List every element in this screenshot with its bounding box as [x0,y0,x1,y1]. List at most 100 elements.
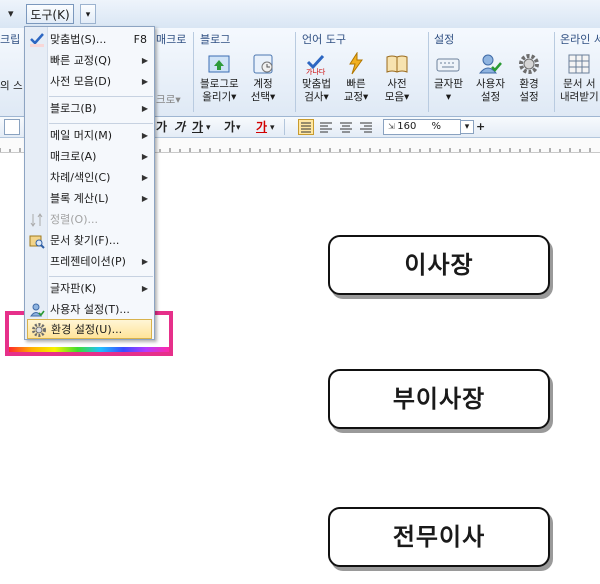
quick-fix-label-2: 교정▾ [343,91,369,103]
submenu-arrow-icon: ▶ [141,257,148,266]
menu-item-find-document[interactable]: 문서 찾기(F)... [26,231,153,251]
group-separator [428,32,429,112]
org-box-chairman[interactable]: 이사장 [328,235,550,295]
group-title-online: 온라인 서 [560,33,600,46]
spell-check-icon: 가나다 [306,54,326,76]
find-doc-icon [29,235,45,249]
strike-dropdown-icon[interactable]: ▾ [236,120,241,136]
highlight-rainbow-stripe [9,347,169,352]
submenu-arrow-icon: ▶ [141,56,148,65]
group-separator [193,32,194,112]
blog-post-label-2: 올리기▾ [202,91,237,103]
menu-item-presentation[interactable]: 프레젠테이션(P) ▶ [26,252,153,272]
tool-menu-dropdown-button[interactable]: ▾ [80,4,96,24]
menu-item-label: 빠른 교정(Q) [50,54,112,67]
blog-upload-icon [208,55,230,73]
account-label-1: 계정 [253,78,273,90]
font-color-dropdown-icon[interactable]: ▾ [270,120,275,136]
font-field-edge[interactable] [4,119,20,135]
strikethrough-button[interactable]: 가 [224,119,235,135]
tool-dropdown-menu: 맞춤법(S)... F8 빠른 교정(Q) ▶ 사전 모음(D) ▶ 블로그(B… [24,26,155,340]
svg-text:가나다: 가나다 [306,67,326,76]
menu-item-environment-settings[interactable]: 환경 설정(U)... [27,319,152,339]
menu-item-label: 매크로(A) [50,150,97,163]
menu-item-label: 정렬(O)... [50,213,98,226]
zoom-value: 160 [397,121,417,132]
dict-ribbon-button[interactable]: 사전 모음▾ [384,52,410,104]
bold-button[interactable]: 가 [156,119,167,135]
doc-download-label-1: 문서 서 [563,78,596,90]
env-settings-label-2: 설정 [519,91,539,103]
menu-item-keyboard[interactable]: 글자판(K) ▶ [26,279,153,299]
zoom-spinner-icon[interactable]: + [476,119,485,135]
spell-check-icon [30,33,44,47]
italic-button[interactable]: 가 [174,119,185,135]
menu-item-label: 사용자 설정(T)... [50,303,130,316]
user-settings-icon [30,303,45,317]
menu-item-sort: 정렬(O)... [26,210,153,230]
menu-item-shortcut: F8 [133,33,147,46]
menu-item-quick-fix[interactable]: 빠른 교정(Q) ▶ [26,51,153,71]
sort-icon [30,213,43,227]
account-select-button[interactable]: 계정 선택▾ [250,52,276,104]
submenu-arrow-icon: ▶ [141,104,148,113]
menu-item-dictionary[interactable]: 사전 모음(D) ▶ [26,72,153,92]
spell-check-label-2: 검사▾ [304,91,329,103]
submenu-arrow-icon: ▶ [141,284,148,293]
align-center-icon[interactable] [338,119,354,135]
align-right-icon[interactable] [358,119,374,135]
keyboard-label-2: ▾ [445,91,452,103]
group-title-macro: 매크로 [156,33,187,46]
keyboard-ribbon-button[interactable]: 글자판 ▾ [434,52,463,104]
keyboard-label-1: 글자판 [434,78,463,90]
user-settings-label-1: 사용자 [476,78,505,90]
doc-download-ribbon-button[interactable]: 문서 서 내려받기 [560,52,599,104]
blog-post-label-1: 블로그로 [200,78,239,90]
zoom-prefix-icon: ⇲ [388,122,398,131]
org-box-executive-director[interactable]: 전무이사 [328,507,550,567]
doc-grid-icon [568,54,590,74]
group-separator [554,32,555,112]
font-color-button[interactable]: 가 [256,119,267,135]
menu-item-label: 메일 머지(M) [50,129,113,142]
account-icon [253,54,273,74]
align-left-icon[interactable] [318,119,334,135]
keyboard-icon [436,58,460,72]
zoom-input[interactable]: ⇲ 160 % [383,119,461,135]
submenu-arrow-icon: ▶ [141,194,148,203]
quick-fix-ribbon-button[interactable]: 빠른 교정▾ [343,52,369,104]
doc-download-label-2: 내려받기 [560,91,599,103]
env-settings-ribbon-button[interactable]: 환경 설정 [516,52,542,104]
zoom-dropdown-icon[interactable]: ▾ [460,120,474,134]
toolbar-separator [284,119,285,135]
macro-button-partial[interactable]: 크로▾ [156,94,181,107]
account-label-2: 선택▾ [250,91,276,103]
org-box-vice-chairman[interactable]: 부이사장 [328,369,550,429]
group-title-lang: 언어 도구 [302,33,346,46]
menu-item-spell-check[interactable]: 맞춤법(S)... F8 [26,30,153,50]
menu-item-label: 차례/색인(C) [50,171,111,184]
quick-access-dropdown[interactable]: ▾ [8,5,14,23]
menu-item-user-settings[interactable]: 사용자 설정(T)... [26,300,153,320]
submenu-arrow-icon: ▶ [141,173,148,182]
submenu-arrow-icon: ▶ [141,152,148,161]
settings-gear-icon [32,323,46,337]
dict-label-2: 모음▾ [384,91,410,103]
menu-item-blog[interactable]: 블로그(B) ▶ [26,99,153,119]
menu-item-label: 사전 모음(D) [50,75,112,88]
underline-button[interactable]: 가 [192,119,203,135]
menu-item-mail-merge[interactable]: 메일 머지(M) ▶ [26,126,153,146]
blog-post-button[interactable]: 블로그로 올리기▾ [200,52,239,104]
partial-left-label: 의 스 [0,80,23,92]
spell-check-ribbon-button[interactable]: 가나다 맞춤법 검사▾ [302,52,331,104]
group-title-script: 크립 [0,33,21,46]
menu-item-toc-index[interactable]: 차례/색인(C) ▶ [26,168,153,188]
menu-item-block-calc[interactable]: 블록 계산(L) ▶ [26,189,153,209]
align-justify-icon[interactable] [298,119,314,135]
quick-fix-label-1: 빠른 [346,78,366,90]
user-settings-ribbon-button[interactable]: 사용자 설정 [476,52,505,104]
menu-item-label: 맞춤법(S)... [50,33,107,46]
underline-dropdown-icon[interactable]: ▾ [206,120,211,136]
tool-menu[interactable]: 도구(K) [26,4,74,24]
menu-item-macro[interactable]: 매크로(A) ▶ [26,147,153,167]
